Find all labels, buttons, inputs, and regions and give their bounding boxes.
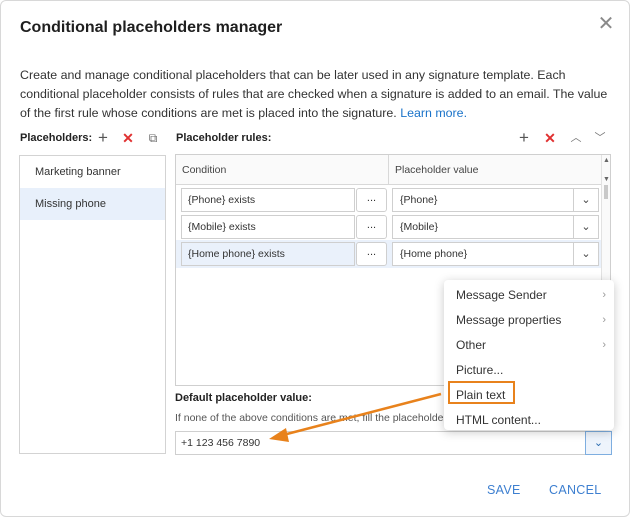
chevron-right-icon: › <box>602 339 606 351</box>
scroll-up-icon[interactable]: ▲ <box>603 157 610 164</box>
edit-condition-button[interactable]: ... <box>356 242 387 266</box>
placeholder-value-field[interactable]: {Phone} <box>392 188 574 212</box>
condition-field[interactable]: {Home phone} exists <box>181 242 355 266</box>
delete-placeholder-x-icon[interactable]: ✕ <box>121 131 135 145</box>
placeholder-rules-label: Placeholder rules: <box>176 132 272 144</box>
move-rule-down-chevron-down-icon[interactable]: ﹀ <box>593 131 607 145</box>
chevron-right-icon: › <box>602 289 606 301</box>
menu-item-label: Message Sender <box>456 288 547 302</box>
learn-more-link[interactable]: Learn more. <box>400 106 467 120</box>
cancel-button[interactable]: CANCEL <box>549 483 602 497</box>
value-column-header: Placeholder value <box>395 164 479 176</box>
delete-rule-x-icon[interactable]: ✕ <box>543 131 557 145</box>
menu-item-label: Message properties <box>456 313 562 327</box>
default-value-help: If none of the above conditions are met,… <box>175 412 445 424</box>
condition-column-header: Condition <box>182 164 227 176</box>
value-type-menu: Message Sender › Message properties › Ot… <box>444 280 614 430</box>
description-text: Create and manage conditional placeholde… <box>20 68 608 120</box>
menu-item-message-properties[interactable]: Message properties › <box>444 308 614 333</box>
menu-item-picture[interactable]: Picture... <box>444 358 614 383</box>
rule-row[interactable]: {Mobile} exists ... {Mobile} ⌄ <box>176 213 602 241</box>
edit-condition-button[interactable]: ... <box>356 188 387 212</box>
value-dropdown-chevron-down-icon[interactable]: ⌄ <box>573 215 599 239</box>
menu-item-plain-text[interactable]: Plain text <box>444 383 614 408</box>
default-value-label: Default placeholder value: <box>175 392 312 404</box>
value-dropdown-chevron-down-icon[interactable]: ⌄ <box>573 188 599 212</box>
scroll-thumb[interactable] <box>604 185 608 199</box>
column-divider <box>388 155 389 185</box>
rule-row-selected[interactable]: {Home phone} exists ... {Home phone} ⌄ <box>176 240 602 268</box>
menu-item-message-sender[interactable]: Message Sender › <box>444 283 614 308</box>
save-button[interactable]: SAVE <box>487 483 521 497</box>
move-rule-up-chevron-up-icon[interactable]: ︿ <box>569 131 583 145</box>
dialog-description: Create and manage conditional placeholde… <box>20 66 620 123</box>
add-placeholder-plus-icon[interactable]: + <box>96 129 110 146</box>
menu-item-other[interactable]: Other › <box>444 333 614 358</box>
rules-table-header: Condition Placeholder value <box>176 155 602 185</box>
add-rule-plus-icon[interactable]: + <box>517 129 531 146</box>
placeholder-value-field[interactable]: {Mobile} <box>392 215 574 239</box>
conditional-placeholders-dialog: Conditional placeholders manager ✕ Creat… <box>0 0 630 517</box>
default-value-field[interactable]: +1 123 456 7890 <box>175 431 586 455</box>
menu-item-label: Picture... <box>456 363 504 377</box>
menu-item-html-content[interactable]: HTML content... <box>444 408 614 433</box>
default-value-dropdown-chevron-down-icon[interactable]: ⌄ <box>585 431 612 455</box>
placeholder-item-marketing-banner[interactable]: Marketing banner <box>20 156 165 188</box>
menu-item-label: Other <box>456 338 487 352</box>
menu-item-label: HTML content... <box>456 413 541 427</box>
scroll-down-icon[interactable]: ▼ <box>603 176 610 183</box>
edit-condition-button[interactable]: ... <box>356 215 387 239</box>
dialog-title: Conditional placeholders manager <box>20 19 283 36</box>
rule-row[interactable]: {Phone} exists ... {Phone} ⌄ <box>176 186 602 214</box>
condition-field[interactable]: {Phone} exists <box>181 188 355 212</box>
chevron-right-icon: › <box>602 314 606 326</box>
menu-item-label: Plain text <box>456 388 506 402</box>
placeholder-item-missing-phone[interactable]: Missing phone <box>20 188 165 220</box>
copy-placeholder-copy-icon[interactable]: ⧉ <box>146 131 160 145</box>
condition-field[interactable]: {Mobile} exists <box>181 215 355 239</box>
placeholders-list: Marketing banner Missing phone <box>19 155 166 454</box>
value-dropdown-chevron-down-icon[interactable]: ⌄ <box>573 242 599 266</box>
placeholders-label: Placeholders: <box>20 132 93 144</box>
close-icon[interactable]: ✕ <box>596 14 616 34</box>
placeholder-value-field[interactable]: {Home phone} <box>392 242 574 266</box>
